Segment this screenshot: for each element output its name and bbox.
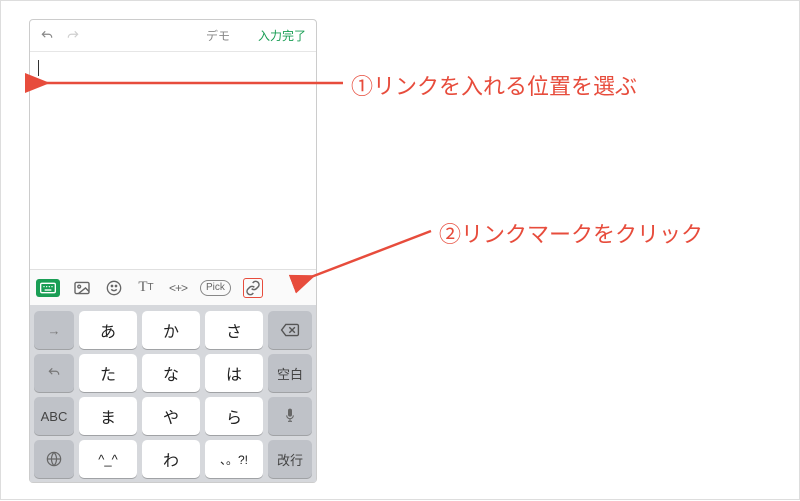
image-icon[interactable] <box>72 278 92 298</box>
text-format-icon[interactable]: TT <box>136 278 156 298</box>
kana-key[interactable]: た <box>79 354 137 392</box>
keyboard-toggle-icon[interactable] <box>36 279 60 297</box>
done-button[interactable]: 入力完了 <box>258 27 306 44</box>
mic-key[interactable] <box>268 397 312 435</box>
backspace-key[interactable] <box>268 311 312 349</box>
emoji-icon[interactable] <box>104 278 124 298</box>
arrow-key[interactable]: → <box>34 311 74 349</box>
editor-toolbar: TT <+> Pick <box>30 269 316 305</box>
kana-key[interactable]: か <box>142 311 200 349</box>
annotation-1: ①リンクを入れる位置を選ぶ <box>351 69 637 101</box>
link-button[interactable] <box>243 278 263 298</box>
kana-key[interactable]: ら <box>205 397 263 435</box>
soft-keyboard: → あ か さ た な は 空白 ABC <box>30 305 316 482</box>
text-cursor <box>38 60 39 76</box>
demo-label[interactable]: デモ <box>206 27 230 44</box>
kana-key[interactable]: さ <box>205 311 263 349</box>
undo-key[interactable] <box>34 354 74 392</box>
abc-key[interactable]: ABC <box>34 397 74 435</box>
pick-button[interactable]: Pick <box>200 280 231 296</box>
space-key[interactable]: 空白 <box>268 354 312 392</box>
punct-key[interactable]: 、。?! <box>205 440 263 478</box>
text-editor-area[interactable] <box>30 52 316 269</box>
enter-key[interactable]: 改行 <box>268 440 312 478</box>
kana-key[interactable]: や <box>142 397 200 435</box>
kana-key[interactable]: な <box>142 354 200 392</box>
globe-key[interactable] <box>34 440 74 478</box>
phone-frame: デモ 入力完了 TT <+> Pick → あ か さ <box>29 19 317 483</box>
kana-key[interactable]: は <box>205 354 263 392</box>
annotation-2: ②リンクマークをクリック <box>439 217 703 249</box>
kana-key[interactable]: わ <box>142 440 200 478</box>
kana-key[interactable]: ま <box>79 397 137 435</box>
redo-button[interactable] <box>62 25 84 47</box>
editor-topbar: デモ 入力完了 <box>30 20 316 52</box>
undo-button[interactable] <box>36 25 58 47</box>
kana-key[interactable]: あ <box>79 311 137 349</box>
kaomoji-key[interactable]: ^_^ <box>79 440 137 478</box>
code-icon[interactable]: <+> <box>168 278 188 298</box>
